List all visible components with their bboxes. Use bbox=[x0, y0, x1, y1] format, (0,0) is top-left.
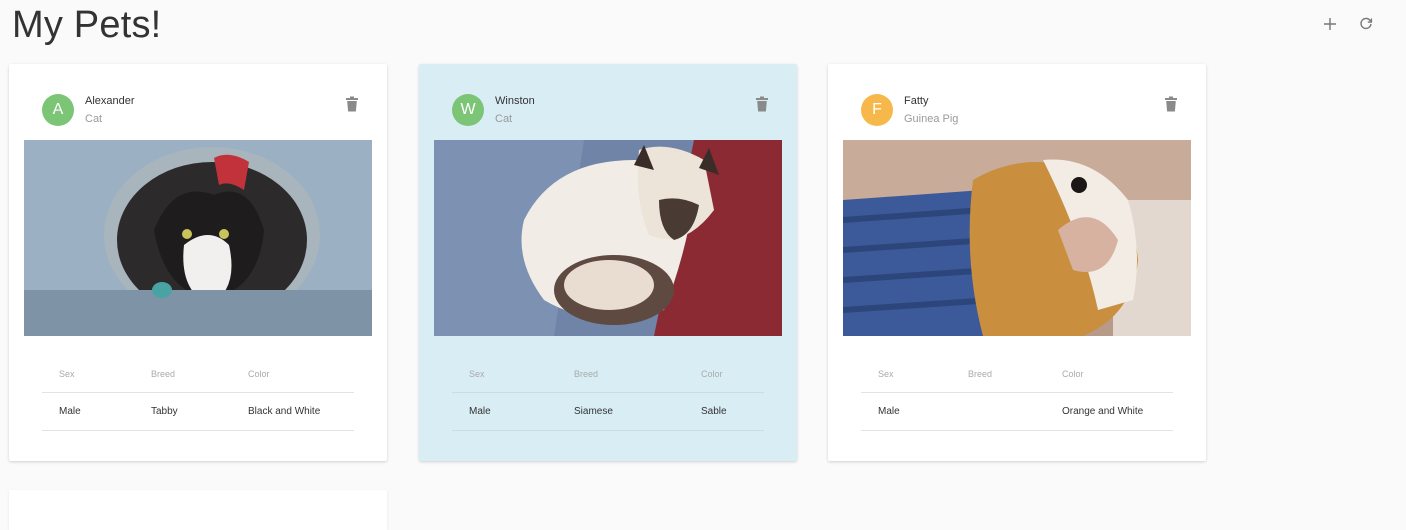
pet-name: Alexander bbox=[85, 95, 135, 107]
card-header: A Alexander Cat bbox=[9, 64, 387, 140]
pet-info-table: Sex Breed Color Male Tabby Black and Whi… bbox=[42, 356, 354, 431]
pet-name: Winston bbox=[495, 95, 535, 107]
pet-info-table: Sex Breed Color Male Orange and White bbox=[861, 356, 1173, 431]
plus-icon[interactable] bbox=[1318, 12, 1342, 36]
pet-photo bbox=[434, 140, 782, 336]
trash-icon[interactable] bbox=[345, 96, 359, 112]
header-sex: Sex bbox=[861, 356, 951, 393]
cell-breed: Tabby bbox=[134, 392, 231, 431]
cell-color: Orange and White bbox=[1045, 392, 1173, 431]
pet-card-alexander[interactable]: A Alexander Cat Sex Breed Color Male Tab… bbox=[9, 64, 387, 461]
pet-type: Cat bbox=[85, 113, 103, 125]
header-breed: Breed bbox=[557, 356, 684, 393]
pet-card-fatty[interactable]: F Fatty Guinea Pig Sex Breed Color Male bbox=[828, 64, 1206, 461]
header-actions bbox=[1318, 12, 1378, 36]
cell-sex: Male bbox=[42, 392, 134, 431]
avatar: W bbox=[452, 94, 484, 126]
cell-breed bbox=[951, 392, 1045, 431]
avatar: A bbox=[42, 94, 74, 126]
header-color: Color bbox=[684, 356, 764, 393]
pet-info-table: Sex Breed Color Male Siamese Sable bbox=[452, 356, 764, 431]
cell-sex: Male bbox=[861, 392, 951, 431]
pet-photo bbox=[24, 140, 372, 336]
header-color: Color bbox=[231, 356, 354, 393]
header-color: Color bbox=[1045, 356, 1173, 393]
pet-name: Fatty bbox=[904, 95, 929, 107]
cell-breed: Siamese bbox=[557, 392, 684, 431]
app-header: My Pets! bbox=[0, 0, 1406, 56]
avatar: F bbox=[861, 94, 893, 126]
pet-type: Cat bbox=[495, 113, 513, 125]
cell-sex: Male bbox=[452, 392, 557, 431]
pet-card-partial[interactable] bbox=[9, 490, 387, 530]
card-header: W Winston Cat bbox=[419, 64, 797, 140]
pet-card-winston[interactable]: W Winston Cat Sex Breed Color Male Siame… bbox=[419, 64, 797, 461]
header-sex: Sex bbox=[452, 356, 557, 393]
header-breed: Breed bbox=[134, 356, 231, 393]
trash-icon[interactable] bbox=[1164, 96, 1178, 112]
cell-color: Sable bbox=[684, 392, 764, 431]
header-breed: Breed bbox=[951, 356, 1045, 393]
trash-icon[interactable] bbox=[755, 96, 769, 112]
header-sex: Sex bbox=[42, 356, 134, 393]
pet-photo bbox=[843, 140, 1191, 336]
cell-color: Black and White bbox=[231, 392, 354, 431]
refresh-icon[interactable] bbox=[1354, 12, 1378, 36]
pet-type: Guinea Pig bbox=[904, 113, 959, 125]
card-header: F Fatty Guinea Pig bbox=[828, 64, 1206, 140]
page-title: My Pets! bbox=[12, 4, 162, 46]
